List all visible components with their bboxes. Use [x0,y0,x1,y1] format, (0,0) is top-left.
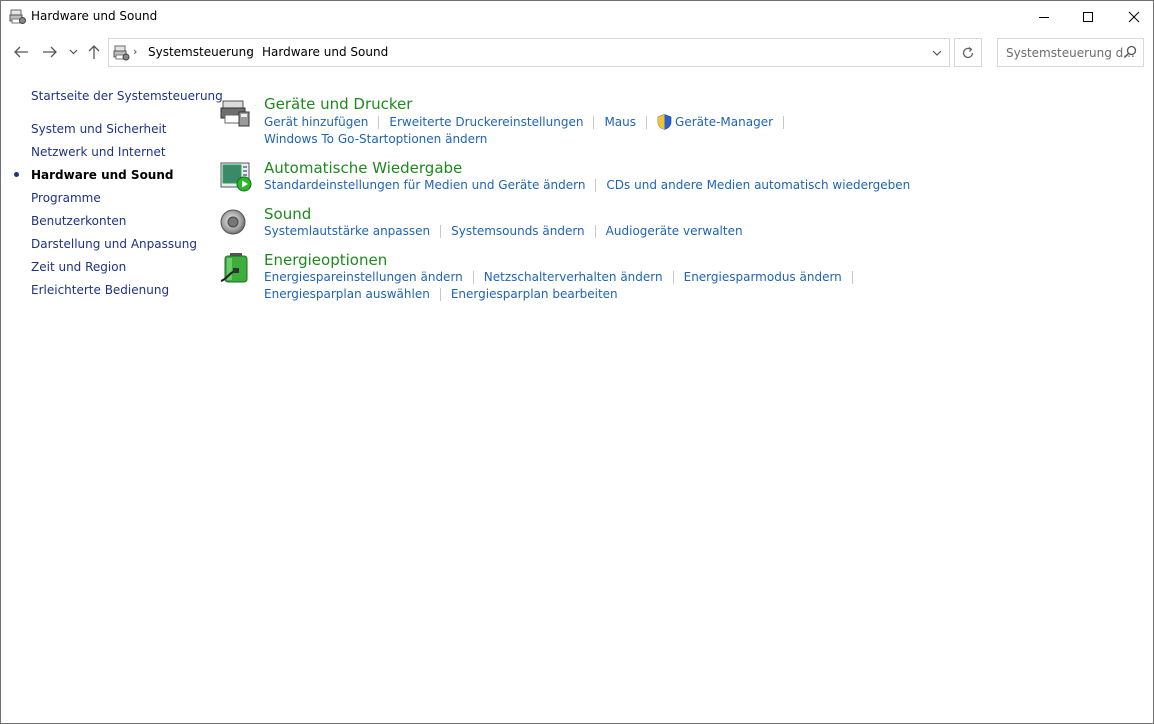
chevron-down-icon [69,49,77,55]
divider [472,270,474,284]
breadcrumb-separator-icon: › [246,45,251,58]
window-title: Hardware und Sound [31,9,158,23]
up-button[interactable] [84,37,104,67]
breadcrumb-hardware-und-sound[interactable]: Hardware und Sound [262,45,388,59]
link-audiogeraete-verwalten[interactable]: Audiogeräte verwalten [606,224,743,238]
window: Hardware und Sound › Systemsteuerung › H… [0,0,1154,724]
category-links: Gerät hinzufügen Erweiterte Druckereinst… [264,114,794,130]
printer-devices-icon [219,95,253,129]
divider [672,270,674,284]
address-bar[interactable]: › Systemsteuerung › Hardware und Sound [108,38,950,67]
search-icon [1123,45,1137,59]
link-geraete-manager[interactable]: Geräte-Manager [675,115,773,129]
category-title[interactable]: Sound [264,205,311,223]
search-input[interactable]: Systemsteuerung d... [997,38,1144,67]
category-links: Energiespareinstellungen ändern Netzscha… [264,270,863,284]
refresh-button[interactable] [954,38,982,67]
sidebar-item-erleichterte-bedienung[interactable]: Erleichterte Bedienung [31,283,169,297]
divider [646,115,648,129]
sidebar-item-netzwerk-und-internet[interactable]: Netzwerk und Internet [31,145,166,159]
recent-locations-button[interactable] [66,37,80,67]
divider [783,115,785,129]
divider [594,224,596,238]
link-energiesparmodus-aendern[interactable]: Energiesparmodus ändern [684,270,842,284]
breadcrumb-systemsteuerung[interactable]: Systemsteuerung [148,45,254,59]
category-links: Standardeinstellungen für Medien und Ger… [264,178,910,192]
divider [595,178,597,192]
link-energiesparplan-bearbeiten[interactable]: Energiesparplan bearbeiten [451,287,618,301]
category-title[interactable]: Automatische Wiedergabe [264,159,462,177]
category-title[interactable]: Energieoptionen [264,251,387,269]
chevron-down-icon [932,50,942,56]
maximize-button[interactable] [1065,1,1111,32]
minimize-icon [1039,16,1049,18]
hardware-sound-icon [112,44,130,62]
link-erweiterte-druckereinstellungen[interactable]: Erweiterte Druckereinstellungen [389,115,583,129]
forward-button[interactable] [38,37,62,67]
shield-icon [657,114,672,130]
divider [851,270,853,284]
sidebar-item-darstellung-und-anpassung[interactable]: Darstellung und Anpassung [31,237,197,251]
link-energiesparplan-auswaehlen[interactable]: Energiesparplan auswählen [264,287,430,301]
divider [440,224,442,238]
divider [593,115,595,129]
link-standardeinstellungen-medien[interactable]: Standardeinstellungen für Medien und Ger… [264,178,585,192]
navigation-bar: › Systemsteuerung › Hardware und Sound S… [1,37,1153,67]
active-bullet-icon [14,172,19,177]
arrow-right-icon [43,46,57,58]
close-button[interactable] [1111,1,1154,32]
battery-icon [219,251,253,285]
category-title[interactable]: Geräte und Drucker [264,95,412,113]
sidebar-item-benutzerkonten[interactable]: Benutzerkonten [31,214,126,228]
breadcrumb-separator-icon: › [133,45,138,58]
address-dropdown-button[interactable] [926,39,948,66]
category-links: Energiesparplan auswählen Energiesparpla… [264,287,618,301]
link-energiespareinstellungen-aendern[interactable]: Energiespareinstellungen ändern [264,270,463,284]
sidebar-item-hardware-und-sound[interactable]: Hardware und Sound [31,168,173,182]
sidebar-item-zeit-und-region[interactable]: Zeit und Region [31,260,126,274]
arrow-left-icon [14,46,28,58]
divider [439,287,441,301]
minimize-button[interactable] [1021,1,1067,32]
link-systemlautstaerke-anpassen[interactable]: Systemlautstärke anpassen [264,224,430,238]
back-button[interactable] [9,37,33,67]
link-netzschalterverhalten-aendern[interactable]: Netzschalterverhalten ändern [484,270,663,284]
sidebar-item-system-und-sicherheit[interactable]: System und Sicherheit [31,122,167,136]
divider [378,115,380,129]
autoplay-icon [219,159,253,193]
maximize-icon [1083,11,1093,22]
category-links: Systemlautstärke anpassen Systemsounds ä… [264,224,743,238]
search-placeholder: Systemsteuerung d... [1006,46,1135,60]
refresh-icon [962,46,974,58]
link-maus[interactable]: Maus [604,115,636,129]
link-systemsounds-aendern[interactable]: Systemsounds ändern [451,224,585,238]
category-links: Windows To Go-Startoptionen ändern [264,132,487,146]
link-cds-automatisch-wiedergeben[interactable]: CDs und andere Medien automatisch wieder… [606,178,910,192]
close-icon [1128,11,1140,22]
speaker-icon [219,205,253,239]
link-windows-to-go-startoptionen[interactable]: Windows To Go-Startoptionen ändern [264,132,487,146]
sidebar-home-link[interactable]: Startseite der Systemsteuerung [31,89,223,103]
arrow-up-icon [88,45,100,59]
title-bar: Hardware und Sound [1,1,1153,32]
sidebar-item-programme[interactable]: Programme [31,191,101,205]
hardware-sound-icon [9,8,26,25]
link-geraet-hinzufuegen[interactable]: Gerät hinzufügen [264,115,368,129]
